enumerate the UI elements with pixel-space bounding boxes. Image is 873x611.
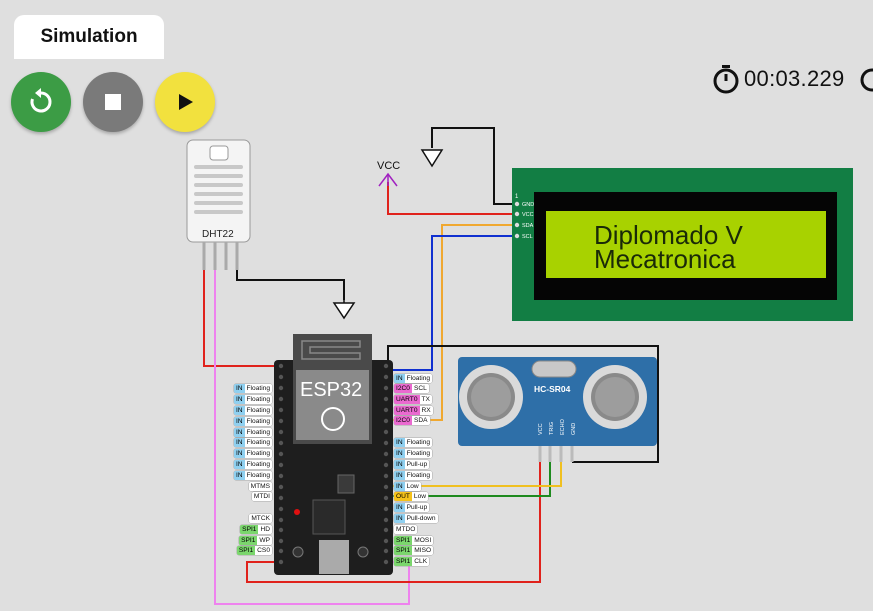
pin-label-right-7: IN Floating: [394, 449, 433, 458]
pin-label-right-mtdo: MTDO: [394, 525, 418, 534]
pin-label-left-wp: SPI1 WP: [239, 536, 272, 545]
sonar-pin-trig: TRIG: [549, 422, 555, 435]
pin-label-right-miso: SPI1 MISO: [394, 546, 434, 555]
pin-label-left-1: IN Floating: [233, 384, 272, 393]
wire-lcd-vcc[interactable]: [387, 182, 515, 215]
dht22-label: DHT22: [202, 229, 234, 240]
wire-lcd-gnd[interactable]: [431, 127, 515, 205]
pin-label-left-6: IN Floating: [233, 438, 272, 447]
pin-label-right-8: IN Pull-up: [394, 460, 430, 469]
pin-label-right-clk: SPI1 CLK: [394, 557, 430, 566]
pin-label-right-sda: I2C0 SDA: [394, 416, 430, 425]
pin-label-right-tx: UART0 TX: [394, 395, 432, 404]
pin-label-right-scl: I2C0 SCL: [394, 384, 429, 393]
pin-label-right-12: IN Pull-up: [394, 503, 430, 512]
lcd-pin-vcc-label: VCC: [522, 212, 534, 218]
pin-label-left-3: IN Floating: [233, 406, 272, 415]
lcd-line-2: Mecatronica: [594, 244, 736, 274]
sonar-pin-vcc: VCC: [538, 423, 544, 435]
lcd-pin-scl-label: SCL: [522, 234, 533, 240]
esp32-label: ESP32: [300, 379, 362, 401]
hc-sr04-sensor[interactable]: HC-SR04 VCC TRIG ECHO GND: [458, 357, 657, 462]
ground-symbol-lcd[interactable]: [420, 149, 444, 168]
pin-label-left-mtms: MTMS: [248, 482, 272, 491]
pin-label-right-13: IN Pull-down: [394, 514, 438, 523]
lcd-pin-sda-label: SDA: [522, 223, 534, 229]
sonar-pin-echo: ECHO: [560, 418, 566, 435]
pin-label-left-mtck: MTCK: [249, 514, 272, 523]
wire-lcd-scl[interactable]: [390, 235, 515, 371]
lcd-pin-gnd-label: GND: [522, 202, 534, 208]
pin-label-left-5: IN Floating: [233, 428, 272, 437]
pin-label-left-8: IN Floating: [233, 460, 272, 469]
pin-label-right-rx: UART0 RX: [394, 406, 433, 415]
pin-label-right-mosi: SPI1 MOSI: [394, 536, 434, 545]
wire-dht-gnd[interactable]: [236, 268, 345, 300]
dht22-sensor[interactable]: DHT22: [186, 139, 251, 270]
esp32-board[interactable]: ESP32: [274, 334, 393, 575]
pin-label-right-trig: OUT Low: [394, 492, 429, 501]
pin-label-right-9: IN Floating: [394, 471, 433, 480]
pin-label-left-cs0: SPI1 CS0: [236, 546, 272, 555]
hc-sr04-label: HC-SR04: [534, 384, 571, 394]
pin-label-left-hd: SPI1 HD: [240, 525, 272, 534]
pin-label-left-2: IN Floating: [233, 395, 272, 404]
lcd-display[interactable]: 1 GND VCC SDA SCL Diplomado V Mecatronic…: [512, 168, 853, 321]
pin-label-right-echo: IN Low: [394, 482, 421, 491]
pin-label-right-1: IN Floating: [394, 374, 433, 383]
vcc-symbol[interactable]: VCC: [377, 160, 400, 187]
sonar-pin-gnd: GND: [571, 423, 577, 435]
ground-symbol-dht[interactable]: [332, 300, 356, 320]
pin-label-left-9: IN Floating: [233, 471, 272, 480]
pin-label-left-4: IN Floating: [233, 417, 272, 426]
pin-label-left-mtdi: MTDI: [251, 492, 272, 501]
pin-label-left-7: IN Floating: [233, 449, 272, 458]
vcc-label: VCC: [377, 160, 400, 172]
pin-label-right-6: IN Floating: [394, 438, 433, 447]
